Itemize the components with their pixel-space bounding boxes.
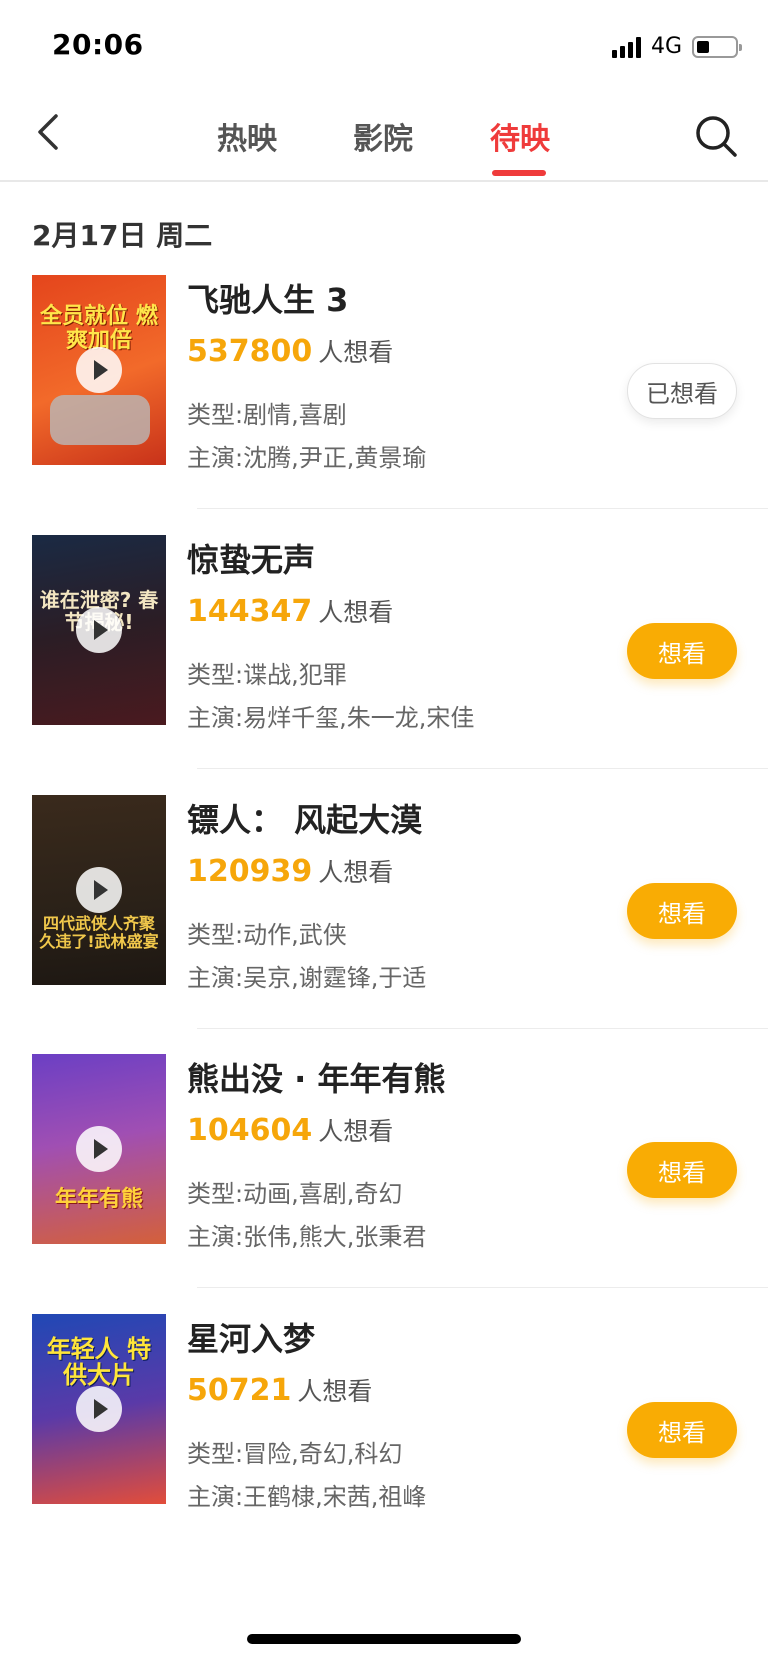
- want-button[interactable]: 想看: [627, 883, 737, 939]
- movie-poster[interactable]: 谁在泄密? 春节揭秘!: [32, 535, 166, 725]
- movie-title: 星河入梦: [187, 1320, 316, 1358]
- status-time: 20:06: [52, 28, 144, 61]
- tab-coming-soon[interactable]: 待映: [490, 114, 550, 158]
- want-count-value: 537800: [187, 334, 313, 369]
- want-button[interactable]: 想看: [627, 1142, 737, 1198]
- battery-icon: [692, 35, 742, 58]
- want-count-value: 144347: [187, 594, 313, 629]
- want-to-see-count: 144347 人想看: [187, 593, 393, 629]
- movie-poster[interactable]: 四代武侠人齐聚 久违了!武林盛宴: [32, 795, 166, 985]
- movie-cast: 主演:易烊千玺,朱一龙,宋佳: [187, 704, 475, 732]
- date-header: 2月17日 周二: [32, 219, 213, 252]
- divider: [197, 768, 768, 769]
- want-button[interactable]: 想看: [627, 623, 737, 679]
- movie-genre: 类型:动画,喜剧,奇幻: [187, 1180, 403, 1208]
- home-indicator[interactable]: [247, 1634, 521, 1644]
- status-bar: 20:06 4G: [0, 0, 768, 90]
- want-to-see-count: 120939 人想看: [187, 853, 393, 889]
- divider: [197, 1028, 768, 1029]
- active-tab-indicator: [492, 170, 546, 176]
- status-indicators: 4G: [611, 34, 742, 59]
- movie-item[interactable]: 四代武侠人齐聚 久违了!武林盛宴 镖人： 风起大漠 120939 人想看 类型:动…: [0, 795, 768, 1071]
- nav-bar: 热映 影院 待映: [0, 90, 768, 182]
- movie-genre: 类型:谍战,犯罪: [187, 661, 347, 689]
- tab-cinemas[interactable]: 影院: [353, 114, 413, 158]
- want-count-suffix: 人想看: [318, 598, 394, 627]
- want-count-suffix: 人想看: [318, 1117, 394, 1146]
- movie-item[interactable]: 谁在泄密? 春节揭秘! 惊蛰无声 144347人想看 类型:谍战,犯罪 主演:易…: [0, 535, 768, 811]
- want-to-see-count: 50721 人想看: [187, 1372, 372, 1408]
- movie-genre: 类型:冒险,奇幻,科幻: [187, 1440, 403, 1468]
- want-count-suffix: 人想看: [297, 1377, 373, 1406]
- movie-title: 惊蛰无声: [187, 541, 316, 579]
- search-button[interactable]: [692, 112, 740, 160]
- movie-title: 镖人： 风起大漠: [187, 801, 423, 839]
- want-count-value: 104604: [187, 1113, 313, 1148]
- divider: [197, 1287, 768, 1288]
- tab-bar: 热映 影院 待映: [0, 90, 768, 182]
- want-count-value: 50721: [187, 1373, 292, 1408]
- signal-icon: [611, 36, 641, 58]
- want-count-suffix: 人想看: [318, 338, 394, 367]
- back-button[interactable]: [30, 110, 74, 154]
- play-icon[interactable]: [76, 347, 122, 393]
- network-type: 4G: [650, 34, 682, 59]
- poster-caption: 四代武侠人齐聚 久违了!武林盛宴: [39, 914, 159, 951]
- divider: [197, 508, 768, 509]
- movie-item[interactable]: 年轻人 特供大片 星河入梦 50721 人想看 类型:冒险,奇幻,科幻 主演:王鹤…: [0, 1314, 768, 1590]
- movie-item[interactable]: 全员就位 燃爽加倍 飞驰人生 3 537800 人想看 类型:剧情,喜剧 主演:沈…: [0, 275, 768, 551]
- want-button[interactable]: 想看: [627, 1402, 737, 1458]
- tab-now-showing[interactable]: 热映: [217, 114, 277, 158]
- movie-item[interactable]: 年年有熊 熊出没 · 年年有熊 104604 人想看 类型:动画,喜剧,奇幻 主演…: [0, 1054, 768, 1330]
- movie-genre: 类型:动作,武侠: [187, 921, 347, 949]
- chevron-left-icon: [38, 114, 58, 150]
- movie-cast: 主演:王鹤棣,宋茜,祖峰: [187, 1483, 427, 1511]
- movie-poster[interactable]: 年轻人 特供大片: [32, 1314, 166, 1504]
- play-icon[interactable]: [76, 1386, 122, 1432]
- movie-title: 飞驰人生 3: [187, 281, 349, 319]
- poster-caption: 年轻人 特供大片: [46, 1335, 152, 1390]
- movie-genre: 类型:剧情,喜剧: [187, 401, 347, 429]
- wanted-button[interactable]: 已想看: [627, 363, 737, 419]
- play-icon[interactable]: [76, 867, 122, 913]
- want-to-see-count: 104604 人想看: [187, 1112, 393, 1148]
- movie-cast: 主演:吴京,谢霆锋,于适: [187, 964, 427, 992]
- poster-caption: 年年有熊: [54, 1187, 143, 1212]
- movie-poster[interactable]: 年年有熊: [32, 1054, 166, 1244]
- want-count-suffix: 人想看: [318, 858, 394, 887]
- want-to-see-count: 537800 人想看: [187, 333, 393, 369]
- search-icon: [696, 116, 737, 157]
- movie-cast: 主演:沈腾,尹正,黄景瑜: [187, 444, 427, 472]
- play-icon[interactable]: [76, 607, 122, 653]
- movie-poster[interactable]: 全员就位 燃爽加倍: [32, 275, 166, 465]
- movie-cast: 主演:张伟,熊大,张秉君: [187, 1223, 427, 1251]
- play-icon[interactable]: [76, 1126, 122, 1172]
- want-count-value: 120939: [187, 854, 313, 889]
- poster-car-shape: [50, 395, 150, 445]
- movie-title: 熊出没 · 年年有熊: [187, 1060, 446, 1098]
